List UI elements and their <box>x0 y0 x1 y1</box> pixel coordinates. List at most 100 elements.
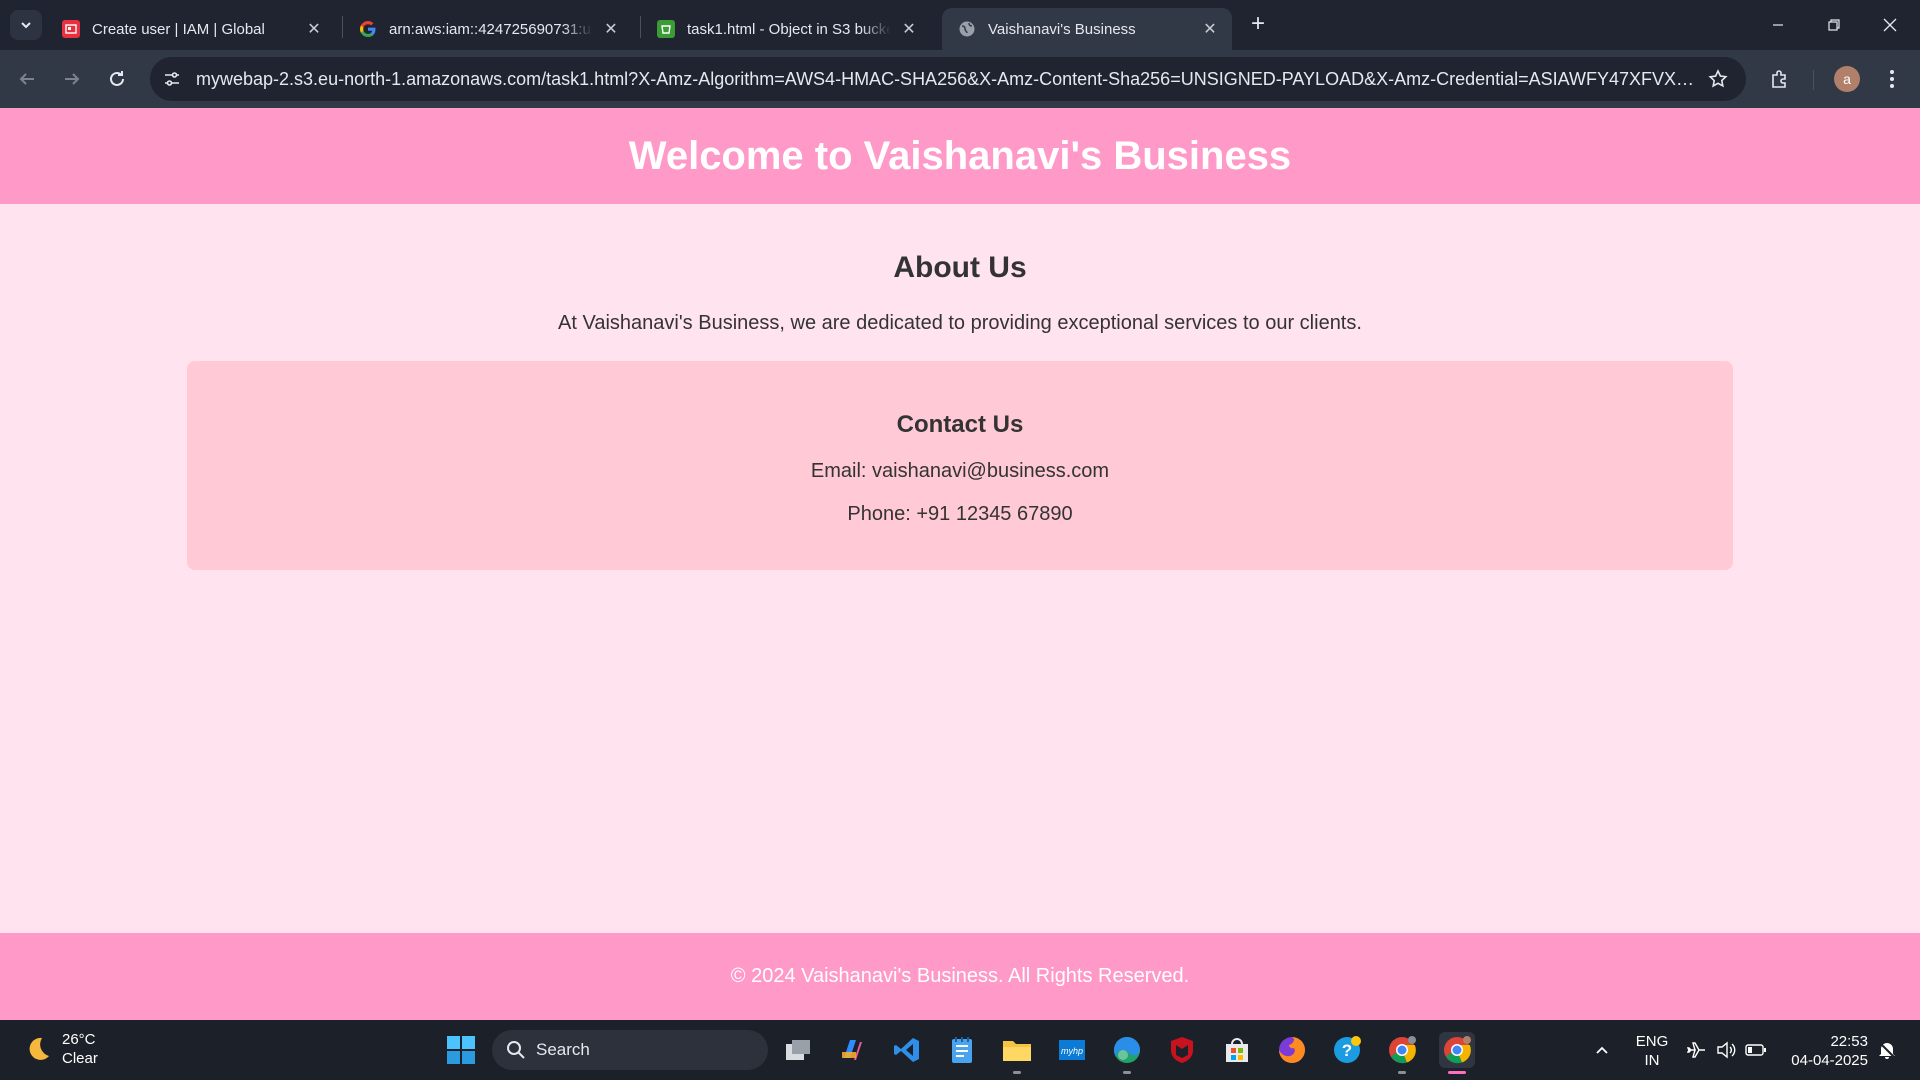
browser-menu-button[interactable] <box>1876 63 1908 95</box>
battery-icon <box>1745 1044 1766 1056</box>
reload-button[interactable] <box>101 63 133 95</box>
minimize-button[interactable] <box>1750 0 1806 50</box>
new-tab-button[interactable]: + <box>1245 12 1271 38</box>
running-indicator <box>1013 1071 1021 1074</box>
web-page: Welcome to Vaishanavi's Business About U… <box>0 108 1920 1020</box>
contact-heading: Contact Us <box>896 411 1024 438</box>
globe-favicon-icon <box>958 20 976 38</box>
close-icon <box>1883 18 1897 32</box>
tab-task1-s3[interactable]: task1.html - Object in S3 bucket ✕ <box>641 8 931 50</box>
ms-store-button[interactable] <box>1219 1032 1255 1068</box>
help-icon: ? <box>1334 1036 1361 1063</box>
language-code: ENG <box>1635 1033 1669 1050</box>
s3-bucket-favicon-icon <box>657 20 675 38</box>
address-bar[interactable]: mywebap-2.s3.eu-north-1.amazonaws.com/ta… <box>150 57 1746 101</box>
contact-section: Contact Us Email: vaishanavi@business.co… <box>187 361 1733 570</box>
extensions-button[interactable] <box>1764 63 1796 95</box>
firefox-icon <box>1279 1037 1305 1063</box>
site-header: Welcome to Vaishanavi's Business <box>0 108 1920 204</box>
footer-copyright: © 2024 Vaishanavi's Business. All Rights… <box>730 965 1190 987</box>
language-indicator[interactable]: ENG IN <box>1632 1032 1672 1070</box>
myhp-button[interactable]: myhp <box>1054 1032 1090 1068</box>
vscode-icon <box>894 1038 919 1062</box>
mcafee-button[interactable] <box>1164 1032 1200 1068</box>
arrow-right-icon <box>65 73 80 85</box>
close-window-button[interactable] <box>1862 0 1918 50</box>
windows-logo-icon <box>447 1036 475 1064</box>
profile-avatar[interactable]: a <box>1834 66 1860 92</box>
copilot-icon <box>842 1040 862 1060</box>
more-vertical-icon <box>1890 70 1894 88</box>
running-indicator <box>1398 1071 1406 1074</box>
tab-title: Create user | IAM | Global <box>92 20 265 38</box>
contact-phone: Phone: +91 12345 67890 <box>847 503 1073 525</box>
weather-temp: 26°C <box>62 1031 96 1048</box>
show-hidden-icons-button[interactable] <box>1590 1020 1614 1080</box>
store-icon <box>1226 1038 1248 1062</box>
running-indicator <box>1123 1071 1131 1074</box>
folder-icon <box>1003 1041 1031 1061</box>
tab-search-button[interactable] <box>10 10 42 40</box>
airplane-mode-button[interactable] <box>1684 1020 1710 1080</box>
toolbar-divider <box>1813 70 1814 90</box>
battery-button[interactable] <box>1743 1020 1769 1080</box>
tab-title: arn:aws:iam::424725690731:user <box>389 20 593 38</box>
reload-icon <box>110 71 124 86</box>
close-tab-icon[interactable]: ✕ <box>304 19 324 39</box>
task-view-icon <box>786 1040 810 1060</box>
copilot-button[interactable] <box>834 1032 870 1068</box>
chevron-up-icon <box>1596 1046 1608 1054</box>
task-view-button[interactable] <box>780 1032 816 1068</box>
taskbar-search[interactable]: Search <box>492 1030 768 1070</box>
restore-icon <box>1828 19 1840 31</box>
svg-text:myhp: myhp <box>1061 1046 1083 1056</box>
vscode-button[interactable] <box>889 1032 925 1068</box>
bookmark-button[interactable] <box>1698 59 1738 99</box>
browser-tab-strip: Create user | IAM | Global ✕ arn:aws:iam… <box>0 0 1920 50</box>
about-heading: About Us <box>893 251 1027 284</box>
browser-toolbar: mywebap-2.s3.eu-north-1.amazonaws.com/ta… <box>0 50 1920 108</box>
url-text[interactable]: mywebap-2.s3.eu-north-1.amazonaws.com/ta… <box>196 69 1698 90</box>
clock-time: 22:53 <box>1830 1033 1868 1050</box>
clock[interactable]: 22:53 04-04-2025 <box>1780 1032 1868 1070</box>
tab-vaishanavis-business[interactable]: Vaishanavi's Business ✕ <box>942 8 1232 50</box>
site-info-button[interactable] <box>154 61 190 97</box>
tab-create-user[interactable]: Create user | IAM | Global ✕ <box>46 8 336 50</box>
notifications-button[interactable] <box>1872 1020 1902 1080</box>
restore-button[interactable] <box>1806 0 1862 50</box>
notification-bell-icon <box>1879 1042 1895 1059</box>
edge-icon <box>1113 1036 1140 1063</box>
chrome-active-button[interactable] <box>1439 1032 1475 1074</box>
help-button[interactable]: ? <box>1329 1032 1365 1068</box>
aws-iam-favicon-icon <box>62 20 80 38</box>
notepad-icon <box>952 1037 972 1063</box>
weather-widget[interactable]: 26°C Clear <box>22 1030 98 1068</box>
volume-button[interactable] <box>1713 1020 1739 1080</box>
chrome-profile-button[interactable] <box>1384 1032 1420 1074</box>
notepad-button[interactable] <box>944 1032 980 1068</box>
forward-button[interactable] <box>56 63 88 95</box>
close-tab-icon[interactable]: ✕ <box>601 19 621 39</box>
svg-text:?: ? <box>1342 1041 1352 1060</box>
close-tab-icon[interactable]: ✕ <box>899 19 919 39</box>
search-icon <box>507 1041 525 1059</box>
minimize-icon <box>1773 24 1783 26</box>
back-button[interactable] <box>11 63 43 95</box>
tune-icon <box>165 72 179 86</box>
edge-button[interactable] <box>1109 1032 1145 1074</box>
search-label: Search <box>536 1040 590 1059</box>
tab-arn-user[interactable]: arn:aws:iam::424725690731:user ✕ <box>343 8 633 50</box>
airplane-icon <box>1687 1042 1705 1058</box>
start-button[interactable] <box>443 1032 479 1068</box>
site-footer: © 2024 Vaishanavi's Business. All Rights… <box>0 933 1920 1020</box>
close-tab-icon[interactable]: ✕ <box>1200 19 1220 39</box>
clock-date: 04-04-2025 <box>1791 1052 1868 1069</box>
file-explorer-button[interactable] <box>999 1032 1035 1074</box>
tab-title: task1.html - Object in S3 bucket <box>687 20 891 38</box>
firefox-button[interactable] <box>1274 1032 1310 1068</box>
taskbar: 26°C Clear Search myhp ? ENG IN 22:53 04… <box>0 1020 1920 1080</box>
google-favicon-icon <box>359 20 377 38</box>
speaker-icon <box>1717 1041 1736 1059</box>
moon-icon <box>29 1037 49 1060</box>
chrome-icon <box>1389 1036 1416 1064</box>
